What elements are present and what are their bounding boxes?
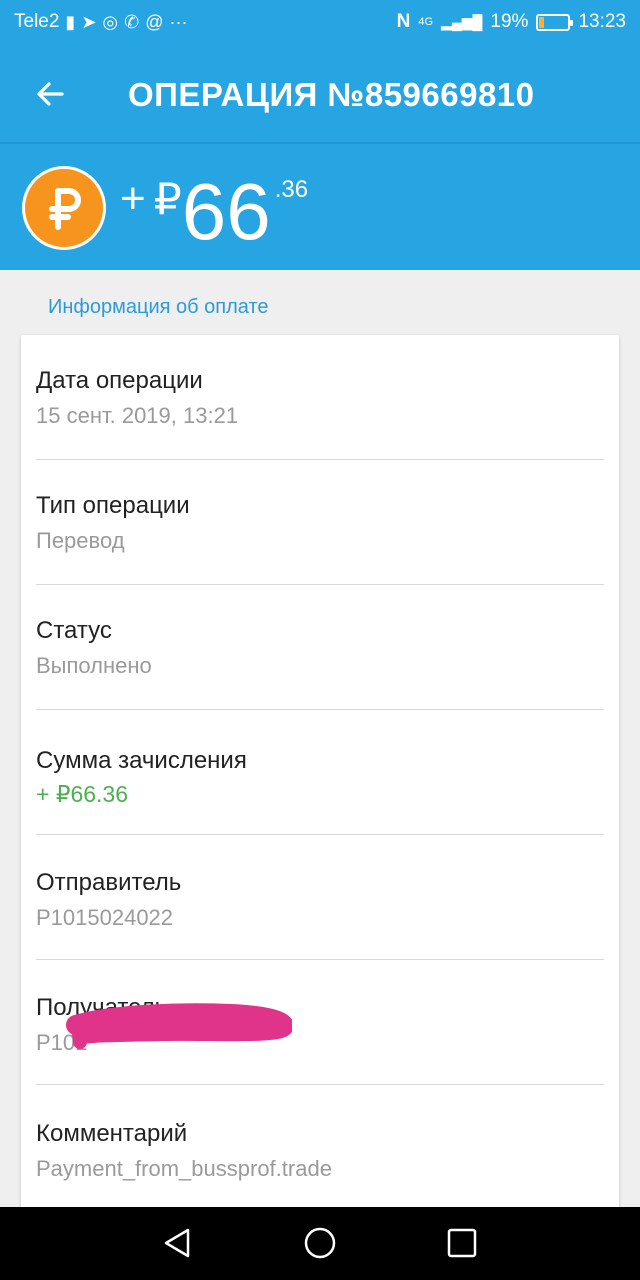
detail-label: Статус [36,617,112,644]
amount-sign: + [120,174,146,223]
signal-icon: ▂▄▆█ [441,13,483,30]
payment-details-card: Дата операции 15 сент. 2019, 13:21 Тип о… [21,335,619,1215]
detail-row-status: Статус Выполнено [36,585,604,710]
detail-row-credit-amount: Сумма зачисления + ₽66.36 [36,710,604,835]
system-nav-bar [0,1207,640,1280]
nav-back-icon[interactable] [160,1225,196,1261]
detail-value: P1015024022 [36,905,174,930]
nav-home-icon[interactable] [302,1225,338,1261]
amount-integer: 66 [181,167,271,256]
clock: 13:23 [578,11,626,32]
nav-recents-icon[interactable] [444,1225,480,1261]
detail-label: Дата операции [36,367,203,394]
at-icon: @ [145,11,164,32]
detail-row-comment: Комментарий Payment_from_bussprof.trade [36,1085,604,1210]
carrier-group: Tele2 ▮ ➤ ◎ ✆ @ ··· [14,11,188,33]
amount-header: + ₽ 66 .36 [0,142,640,270]
status-bar: Tele2 ▮ ➤ ◎ ✆ @ ··· N 4G ▂▄▆█ 19% 13:23 [0,0,640,44]
instagram-icon: ◎ [102,11,119,32]
detail-label: Сумма зачисления [36,747,247,774]
battery-percent: 19% [490,11,529,32]
detail-value: 15 сент. 2019, 13:21 [36,403,239,428]
detail-label: Тип операции [36,492,190,519]
more-notifications-icon: ··· [169,11,188,32]
redaction-scribble [66,1003,292,1049]
notification-icons: ▮ ➤ ◎ ✆ @ ··· [65,12,187,33]
whatsapp-icon: ✆ [124,11,140,32]
amount-decimal: .36 [274,176,309,203]
sim-icon: ▮ [65,11,76,32]
amount-currency: ₽ [153,175,182,224]
detail-row-type: Тип операции Перевод [36,460,604,585]
ruble-coin-icon [22,166,106,250]
detail-row-recipient: Получатель P101 [36,960,604,1085]
detail-value: Payment_from_bussprof.trade [36,1156,332,1181]
battery-fill [539,16,545,28]
page-title: ОПЕРАЦИЯ №859669810 [128,76,535,113]
amount-display: + ₽ 66 .36 [120,158,308,252]
detail-value: Выполнено [36,653,152,678]
detail-label: Отправитель [36,869,182,896]
battery-icon [536,13,574,31]
telegram-icon: ➤ [81,11,97,32]
back-arrow-icon[interactable] [30,74,70,114]
detail-row-date: Дата операции 15 сент. 2019, 13:21 [36,335,604,460]
section-title: Информация об оплате [48,296,269,318]
app-bar: ОПЕРАЦИЯ №859669810 [0,44,640,142]
detail-label: Комментарий [36,1120,188,1147]
nfc-icon: N [396,11,411,32]
carrier-name: Tele2 [14,11,60,32]
network-type: 4G [418,16,434,28]
status-right: N 4G ▂▄▆█ 19% 13:23 [397,11,626,33]
detail-value-amount: + ₽66.36 [36,781,129,807]
detail-row-sender: Отправитель P1015024022 [36,835,604,960]
detail-value: Перевод [36,528,125,553]
